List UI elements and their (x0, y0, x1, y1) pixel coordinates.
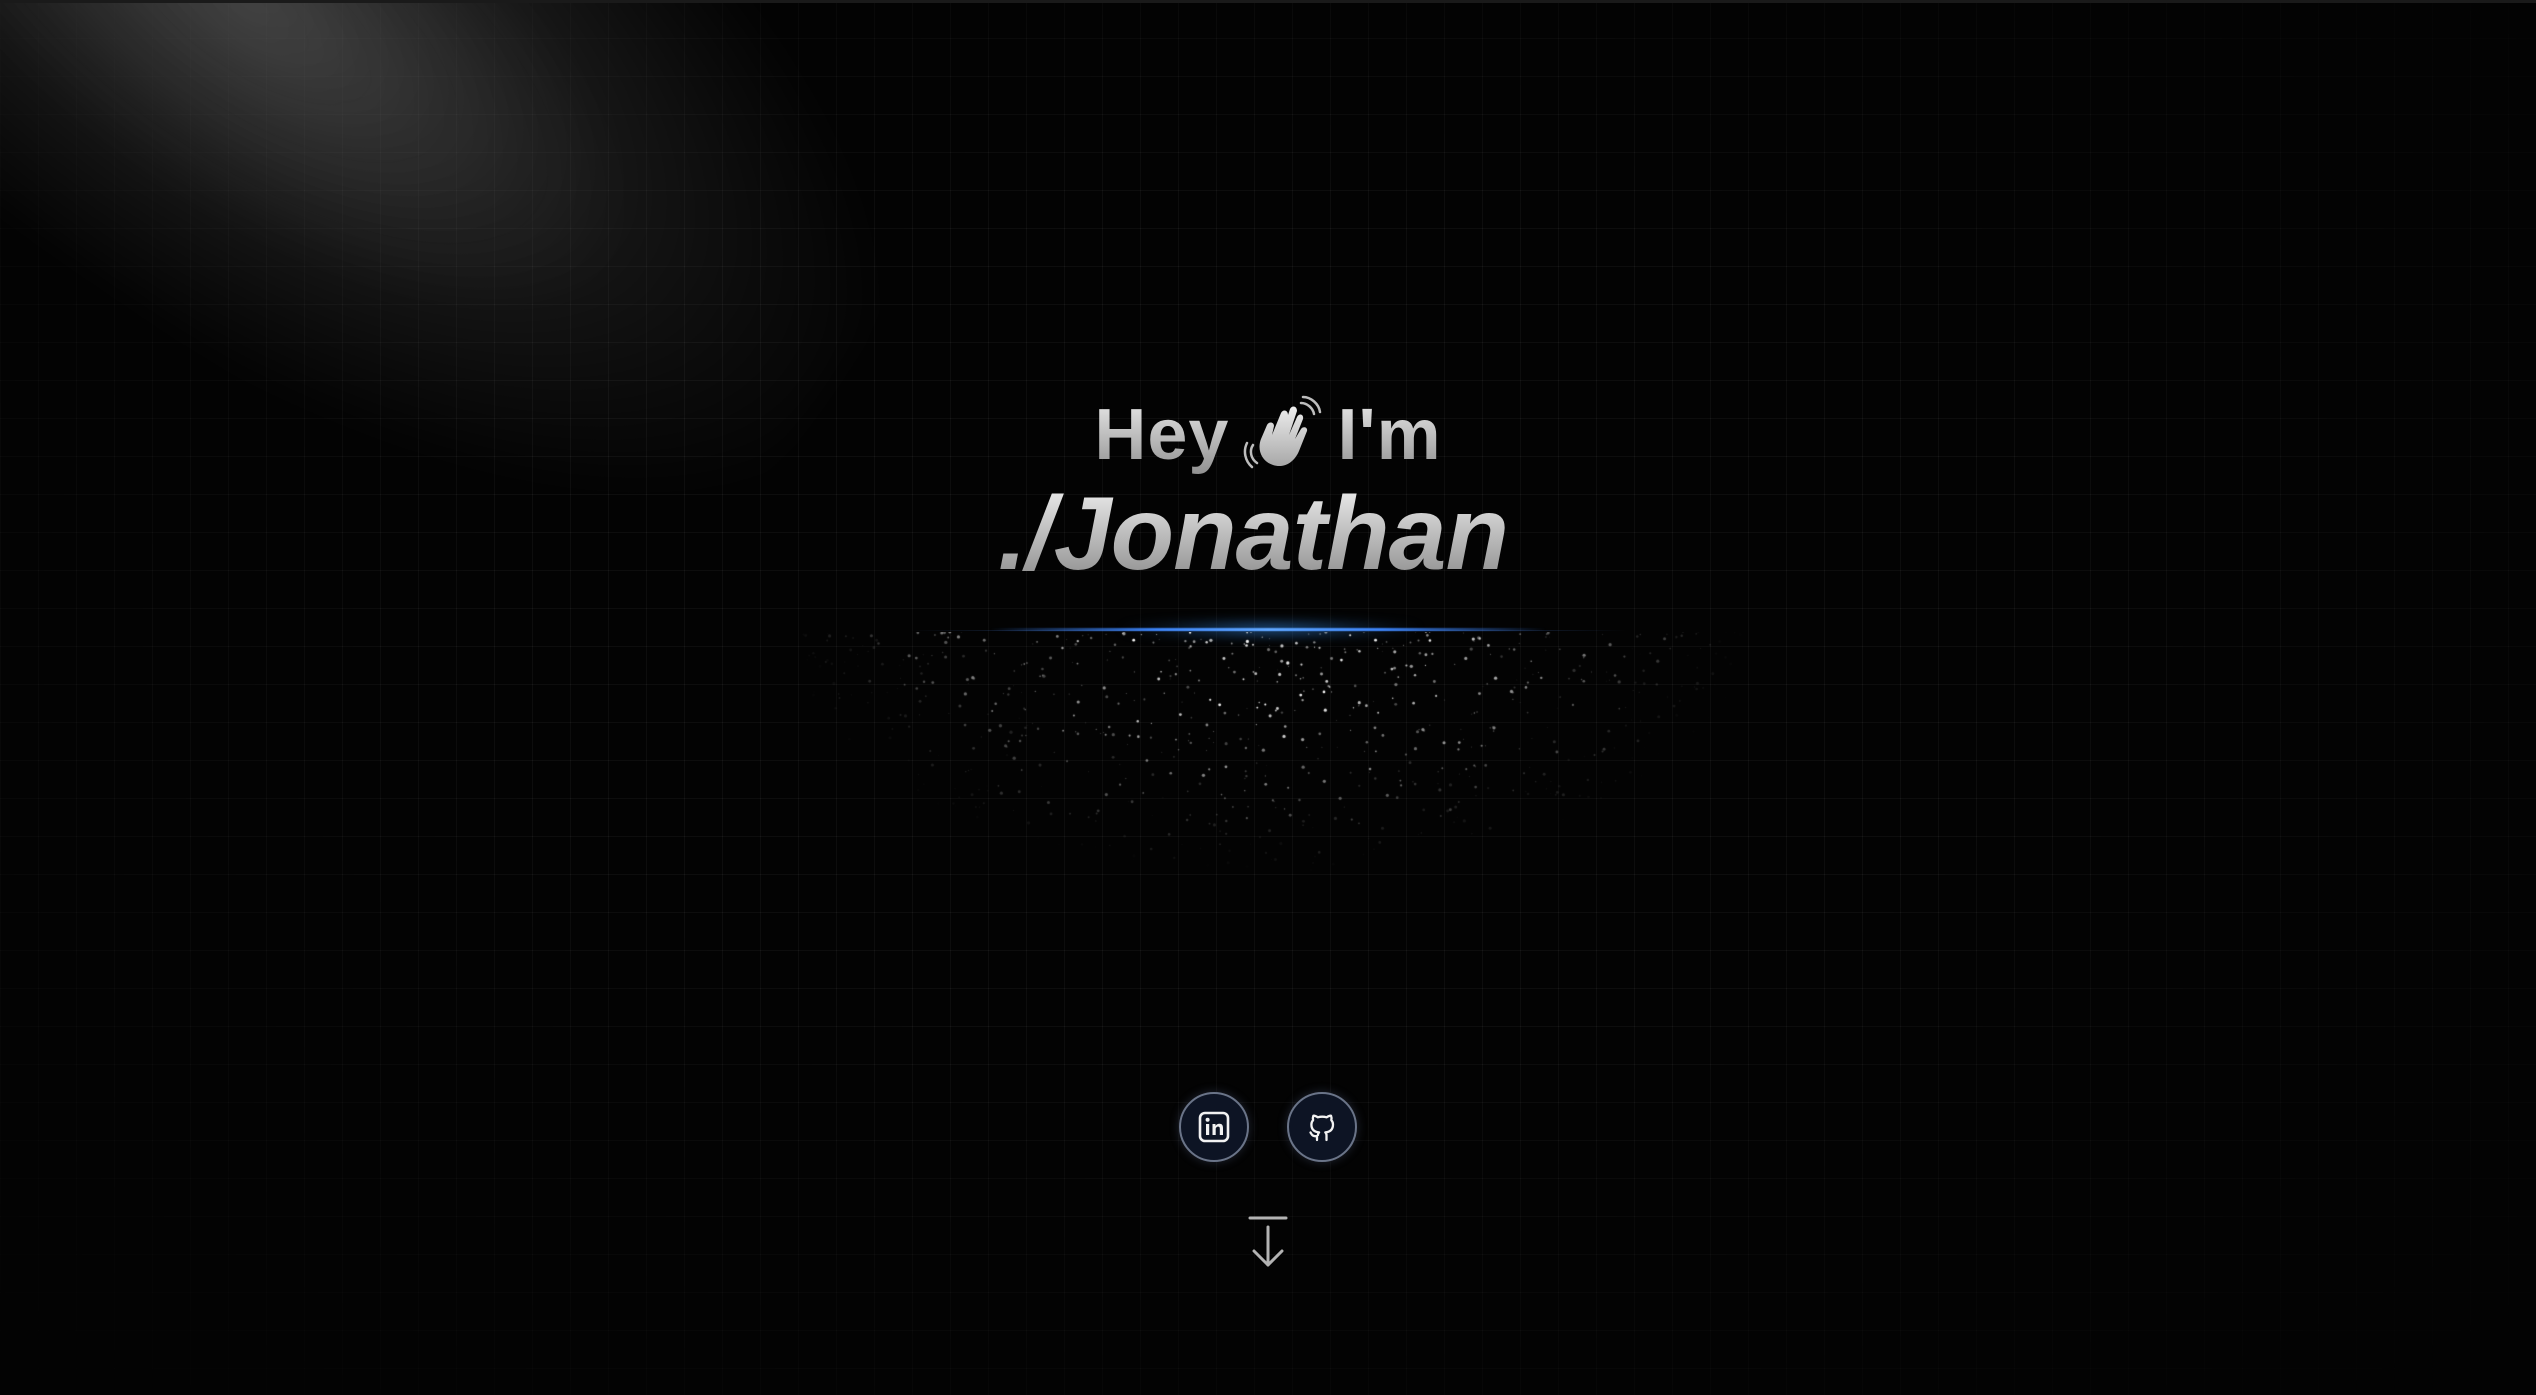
scroll-down-icon[interactable] (1248, 1215, 1288, 1269)
greeting-prefix: Hey (1094, 395, 1230, 475)
sparkles-canvas (790, 632, 1746, 873)
greeting-line: Hey I'm (1094, 390, 1441, 480)
top-border (0, 0, 2536, 3)
glow-line (990, 628, 1546, 631)
social-links (0, 1092, 2536, 1162)
landing-page: Hey I'm ./Jonathan (0, 0, 2536, 1395)
greeting-suffix: I'm (1337, 395, 1442, 475)
github-button[interactable] (1287, 1092, 1357, 1162)
hero-section: Hey I'm ./Jonathan (0, 390, 2536, 594)
linkedin-button[interactable] (1179, 1092, 1249, 1162)
github-icon (1309, 1114, 1335, 1142)
linkedin-icon (1198, 1111, 1230, 1143)
hero-name: ./Jonathan (0, 474, 2536, 594)
sparkles-area (790, 622, 1746, 873)
waving-hand-icon (1244, 395, 1322, 469)
